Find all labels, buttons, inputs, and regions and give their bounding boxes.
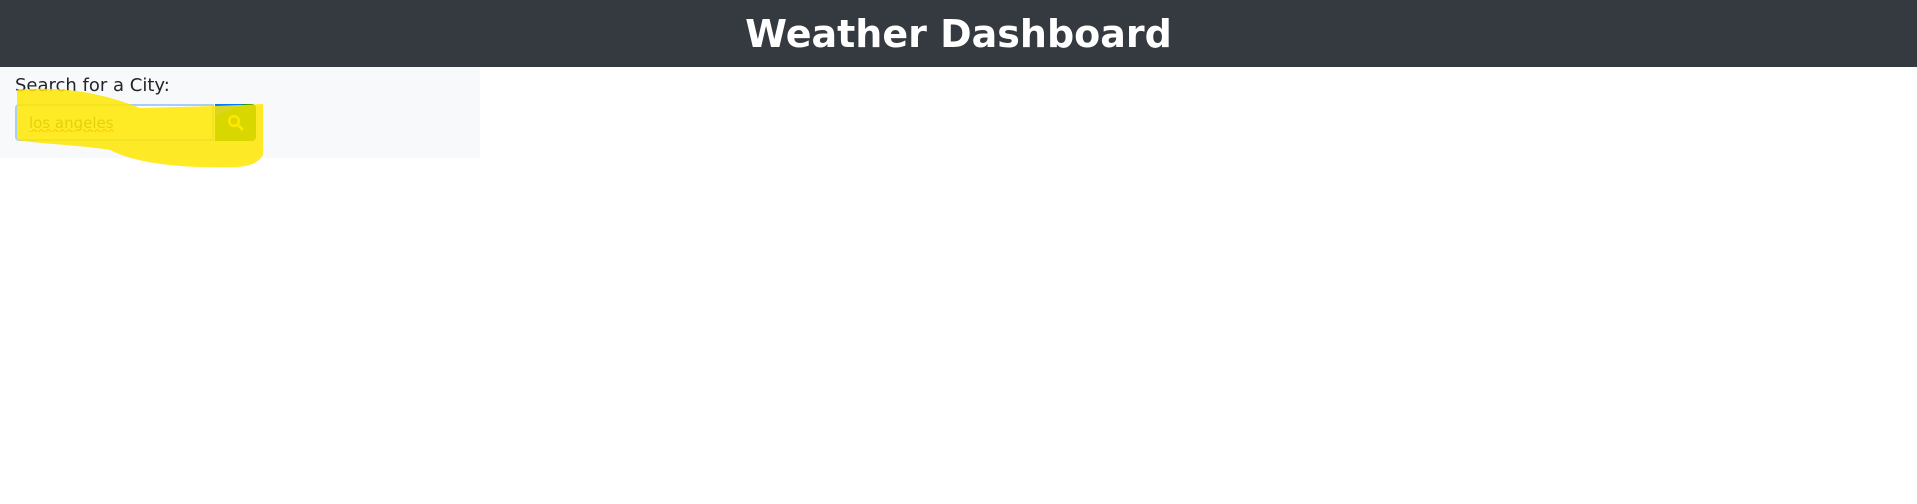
page-title: Weather Dashboard: [745, 11, 1172, 56]
search-panel: Search for a City:: [0, 67, 480, 158]
search-label: Search for a City:: [15, 75, 170, 96]
city-search-input[interactable]: [15, 104, 214, 141]
search-button[interactable]: [215, 104, 256, 141]
app-header: Weather Dashboard: [0, 0, 1917, 67]
search-icon: [227, 114, 244, 131]
